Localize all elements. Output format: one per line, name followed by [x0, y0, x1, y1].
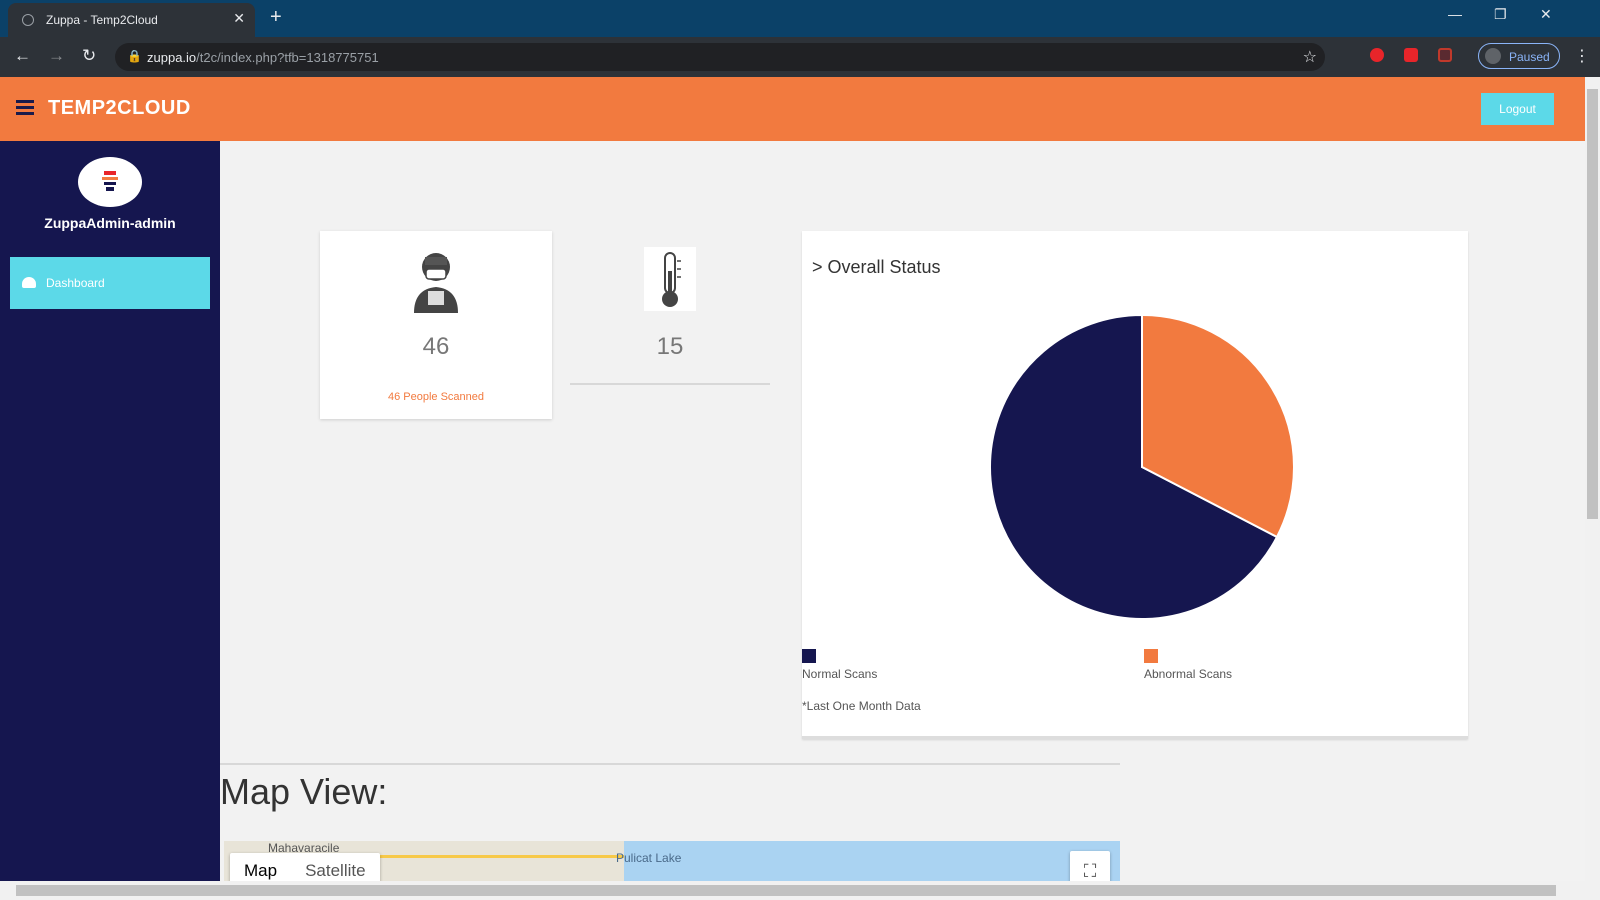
globe-icon [22, 14, 34, 26]
legend-abnormal[interactable]: Abnormal Scans [1144, 649, 1232, 681]
profile-avatar [1485, 48, 1501, 64]
temp-divider [570, 383, 770, 385]
hamburger-menu-icon[interactable] [16, 100, 34, 116]
people-scanned-label: 46 People Scanned [387, 391, 485, 403]
url-path: /t2c/index.php?tfb=1318775751 [196, 50, 379, 65]
logout-button[interactable]: Logout [1481, 93, 1554, 125]
brand-title: TEMP2CLOUD [48, 97, 191, 119]
zuppa-logo-icon [102, 171, 118, 191]
horizontal-scrollbar[interactable] [0, 881, 1600, 900]
thermometer-icon-box [644, 247, 696, 311]
browser-tab-bar: Zuppa - Temp2Cloud ✕ + — ❐ ✕ [0, 0, 1600, 37]
legend-abnormal-swatch [1144, 649, 1158, 663]
map-type-toggle: Map Satellite [230, 853, 380, 881]
close-tab-icon[interactable]: ✕ [233, 10, 245, 27]
close-window-icon[interactable]: ✕ [1540, 6, 1552, 23]
legend-normal-label: Normal Scans [802, 667, 878, 681]
sidebar-item-dashboard[interactable]: Dashboard [10, 257, 210, 309]
sidebar-item-label: Dashboard [46, 276, 105, 290]
satellite-tab[interactable]: Satellite [291, 853, 379, 881]
map-heading: Map View: [220, 771, 388, 812]
map-view[interactable]: Mahavaracile Pulicat Lake Map Satellite ⛶ [224, 841, 1120, 881]
user-avatar [78, 157, 142, 207]
overall-status-card: > Overall Status Normal Scans Abnormal S… [802, 231, 1468, 739]
temperature-count: 15 [656, 333, 684, 360]
app-header: TEMP2CLOUD Logout [0, 77, 1585, 141]
horizontal-scroll-thumb[interactable] [16, 885, 1556, 896]
map-water [624, 841, 1120, 881]
address-bar[interactable]: 🔒 zuppa.io/t2c/index.php?tfb=1318775751 … [115, 43, 1325, 71]
overall-status-pie-chart [989, 313, 1295, 620]
profile-label: Paused [1509, 50, 1550, 64]
new-tab-button[interactable]: + [270, 6, 282, 29]
extension-icon-2[interactable] [1404, 48, 1418, 62]
dashboard-icon [22, 277, 36, 288]
chart-title: > Overall Status [812, 257, 941, 277]
tab-title: Zuppa - Temp2Cloud [46, 13, 158, 27]
legend-normal-swatch [802, 649, 816, 663]
user-name: ZuppaAdmin-admin [44, 215, 176, 231]
legend-normal[interactable]: Normal Scans [802, 649, 877, 681]
section-divider [220, 763, 1120, 765]
browser-menu-icon[interactable]: ⋮ [1574, 46, 1590, 66]
profile-button[interactable]: Paused [1478, 43, 1560, 69]
reload-icon[interactable]: ↻ [82, 46, 96, 66]
people-scanned-card: 46 46 People Scanned [320, 231, 552, 419]
back-icon[interactable]: ← [14, 46, 31, 66]
extension-icon-3[interactable] [1438, 48, 1452, 62]
restore-icon[interactable]: ❐ [1494, 6, 1507, 23]
legend-abnormal-label: Abnormal Scans [1144, 667, 1233, 681]
map-road [364, 855, 624, 858]
people-count: 46 [422, 333, 450, 360]
map-tab[interactable]: Map [230, 853, 291, 881]
fullscreen-icon[interactable]: ⛶ [1070, 851, 1110, 881]
lock-icon: 🔒 [127, 49, 142, 63]
map-place-label: Pulicat Lake [616, 851, 682, 865]
bookmark-star-icon[interactable]: ☆ [1303, 47, 1317, 67]
vertical-scroll-thumb[interactable] [1587, 89, 1598, 519]
thermometer-icon [662, 252, 681, 307]
forward-icon[interactable]: → [48, 46, 65, 66]
masked-person-icon [414, 253, 458, 313]
vertical-scrollbar[interactable] [1585, 77, 1600, 881]
url-text: zuppa.io/t2c/index.php?tfb=1318775751 [147, 50, 379, 65]
main-content: 46 46 People Scanned 15 > Overall Status… [220, 141, 1585, 881]
minimize-icon[interactable]: — [1448, 6, 1462, 22]
extension-icon-1[interactable] [1370, 48, 1384, 62]
browser-toolbar: ← → ↻ 🔒 zuppa.io/t2c/index.php?tfb=13187… [0, 37, 1600, 77]
temperature-card: 15 [570, 231, 770, 391]
sidebar: ZuppaAdmin-admin Dashboard [0, 141, 220, 881]
url-host: zuppa.io [147, 50, 197, 65]
chart-note: *Last One Month Data [802, 699, 921, 713]
browser-tab[interactable]: Zuppa - Temp2Cloud ✕ [8, 3, 255, 37]
